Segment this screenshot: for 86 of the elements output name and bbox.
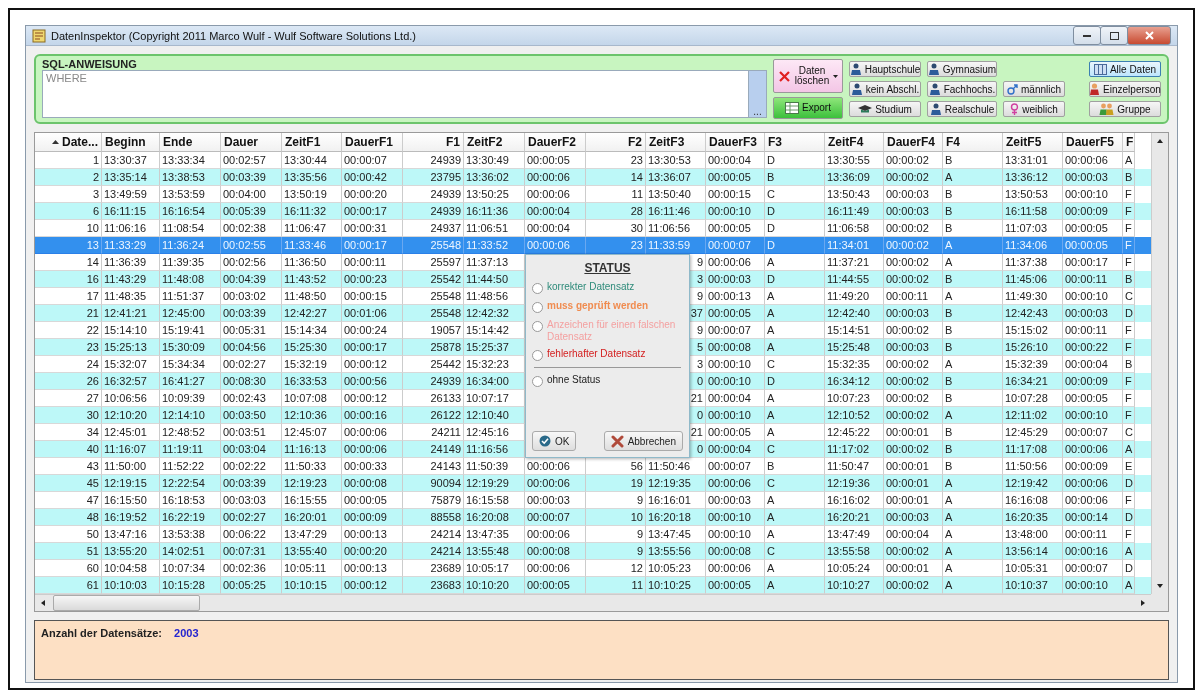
table-row[interactable]: 51 13:55:20 14:02:51 00:07:31 13:55:40 00:00:20 24214 13:55:48 00:00:08 9 13:55:56 00:00:08 C 13:55:58 00:00:02 A 13:56:14 00:00:16 A (35, 543, 1151, 560)
filter-button[interactable]: Einzelperson (1089, 81, 1161, 97)
filter-button[interactable]: männlich (1003, 81, 1065, 97)
sql-input-field[interactable]: WHERE (42, 70, 749, 118)
filter-button[interactable]: Realschule (927, 101, 997, 117)
graduation-cap-icon (858, 104, 873, 114)
table-row[interactable]: 45 12:19:15 12:22:54 00:03:39 12:19:23 00:00:08 90094 12:19:29 00:00:06 19 12:19:35 00:00:06 C 12:19:36 00:00:01 A 12:19:42 00:00:06 D (35, 475, 1151, 492)
column-header[interactable]: DauerF1 (342, 133, 403, 152)
minimize-button[interactable] (1073, 26, 1101, 45)
column-header[interactable]: Dauer (221, 133, 282, 152)
radio-button[interactable] (532, 302, 543, 313)
person-icon (927, 63, 940, 75)
filter-button[interactable]: Gymnasium (927, 61, 997, 77)
female-symbol-icon (1010, 103, 1020, 115)
app-icon (32, 28, 46, 43)
column-header[interactable]: ZeitF2 (464, 133, 525, 152)
option-label: muss geprüft werden (547, 300, 649, 312)
column-header[interactable]: DauerF3 (706, 133, 765, 152)
maximize-icon (1109, 31, 1119, 40)
close-icon (778, 69, 791, 83)
filter-button[interactable]: Hauptschule (849, 61, 921, 77)
column-header[interactable]: Ende (160, 133, 221, 152)
table-icon (1093, 63, 1107, 75)
filter-button[interactable]: weiblich (1003, 101, 1065, 117)
table-row[interactable]: 2 13:35:14 13:38:53 00:03:39 13:35:56 00:00:42 23795 13:36:02 00:00:06 14 13:36:07 00:00:05 B 13:36:09 00:00:02 A 13:36:12 00:00:03 B (35, 169, 1151, 186)
horizontal-scrollbar[interactable] (35, 594, 1151, 611)
dialog-title: STATUS (584, 261, 631, 275)
person-icon (928, 83, 941, 95)
cancel-button[interactable]: Abbrechen (603, 431, 683, 451)
option-label: korrekter Datensatz (547, 281, 635, 293)
column-header[interactable]: F3 (765, 133, 825, 152)
panel-label: SQL-ANWEISUNG (42, 58, 138, 70)
table-row[interactable]: 48 16:19:52 16:22:19 00:02:27 16:20:01 00:00:09 88558 16:20:08 00:00:07 10 16:20:18 00:00:10 A 16:20:21 00:00:03 A 16:20:35 00:00:14 D (35, 509, 1151, 526)
spreadsheet-icon (784, 102, 799, 114)
column-header[interactable]: F2 (586, 133, 646, 152)
filter-button[interactable]: Gruppe (1089, 101, 1161, 117)
minimize-icon (1083, 34, 1091, 37)
delete-button[interactable]: Daten löschen (773, 59, 843, 93)
radio-button[interactable] (532, 321, 543, 332)
person-icon (929, 103, 942, 115)
filter-button[interactable]: Alle Daten (1089, 61, 1161, 77)
person-icon (849, 63, 862, 75)
column-header[interactable]: ZeitF1 (282, 133, 342, 152)
column-header[interactable]: F (1123, 133, 1135, 152)
option-label: fehlerhafter Datensatz (547, 348, 646, 360)
close-icon (1144, 31, 1154, 40)
table-row[interactable]: 6 16:11:15 16:16:54 00:05:39 16:11:32 00:00:17 24939 16:11:36 00:00:04 28 16:11:46 00:00:10 D 16:11:49 00:00:03 B 16:11:58 00:00:09 F (35, 203, 1151, 220)
column-header[interactable]: DauerF2 (525, 133, 586, 152)
close-button[interactable] (1127, 26, 1171, 45)
male-symbol-icon (1007, 83, 1018, 95)
scroll-left-icon[interactable] (39, 599, 47, 607)
maximize-button[interactable] (1100, 26, 1128, 45)
scroll-up-icon[interactable] (1156, 137, 1164, 145)
column-header[interactable]: ZeitF4 (825, 133, 884, 152)
radio-button[interactable] (532, 283, 543, 294)
window-title: DatenInspektor (Copyright 2011 Marco Wulf - Wulf Software Solutions Ltd.) (51, 29, 417, 42)
person-icon (850, 83, 863, 95)
record-count: 2003 (174, 627, 199, 639)
column-header[interactable]: F1 (403, 133, 464, 152)
column-header[interactable]: ZeitF3 (646, 133, 706, 152)
column-header[interactable]: DauerF4 (884, 133, 943, 152)
export-button[interactable]: Export (773, 97, 843, 119)
scroll-right-icon[interactable] (1139, 599, 1147, 607)
radio-button[interactable] (532, 350, 543, 361)
person-icon (1089, 83, 1101, 95)
option-label: ohne Status (547, 374, 601, 386)
people-icon (1099, 103, 1115, 115)
checkmark-icon (539, 435, 551, 447)
column-header[interactable]: F4 (943, 133, 1003, 152)
filter-button[interactable]: Fachhochs. (927, 81, 997, 97)
filter-button[interactable]: kein Abschl. (849, 81, 921, 97)
browse-button[interactable]: ... (749, 70, 767, 118)
vertical-scrollbar[interactable] (1151, 133, 1168, 594)
scroll-down-icon[interactable] (1156, 582, 1164, 590)
caret-icon (833, 74, 838, 78)
record-count-label: Anzahl der Datensätze: (41, 627, 163, 639)
ok-button[interactable]: OK (532, 431, 577, 451)
table-row[interactable]: 61 10:10:03 10:15:28 00:05:25 10:10:15 00:00:12 23683 10:10:20 00:00:05 11 10:10:25 00:00:05 A 10:10:27 00:00:02 A 10:10:37 00:00:10 A (35, 577, 1151, 594)
column-header[interactable]: ZeitF5 (1003, 133, 1063, 152)
column-header[interactable]: DauerF5 (1063, 133, 1123, 152)
filter-button[interactable]: Studium (849, 101, 921, 117)
sort-ascending-icon (52, 140, 59, 144)
radio-button[interactable] (532, 376, 543, 387)
column-header[interactable]: Beginn (102, 133, 160, 152)
column-header[interactable]: Date... (35, 133, 102, 152)
cross-icon (610, 434, 624, 448)
